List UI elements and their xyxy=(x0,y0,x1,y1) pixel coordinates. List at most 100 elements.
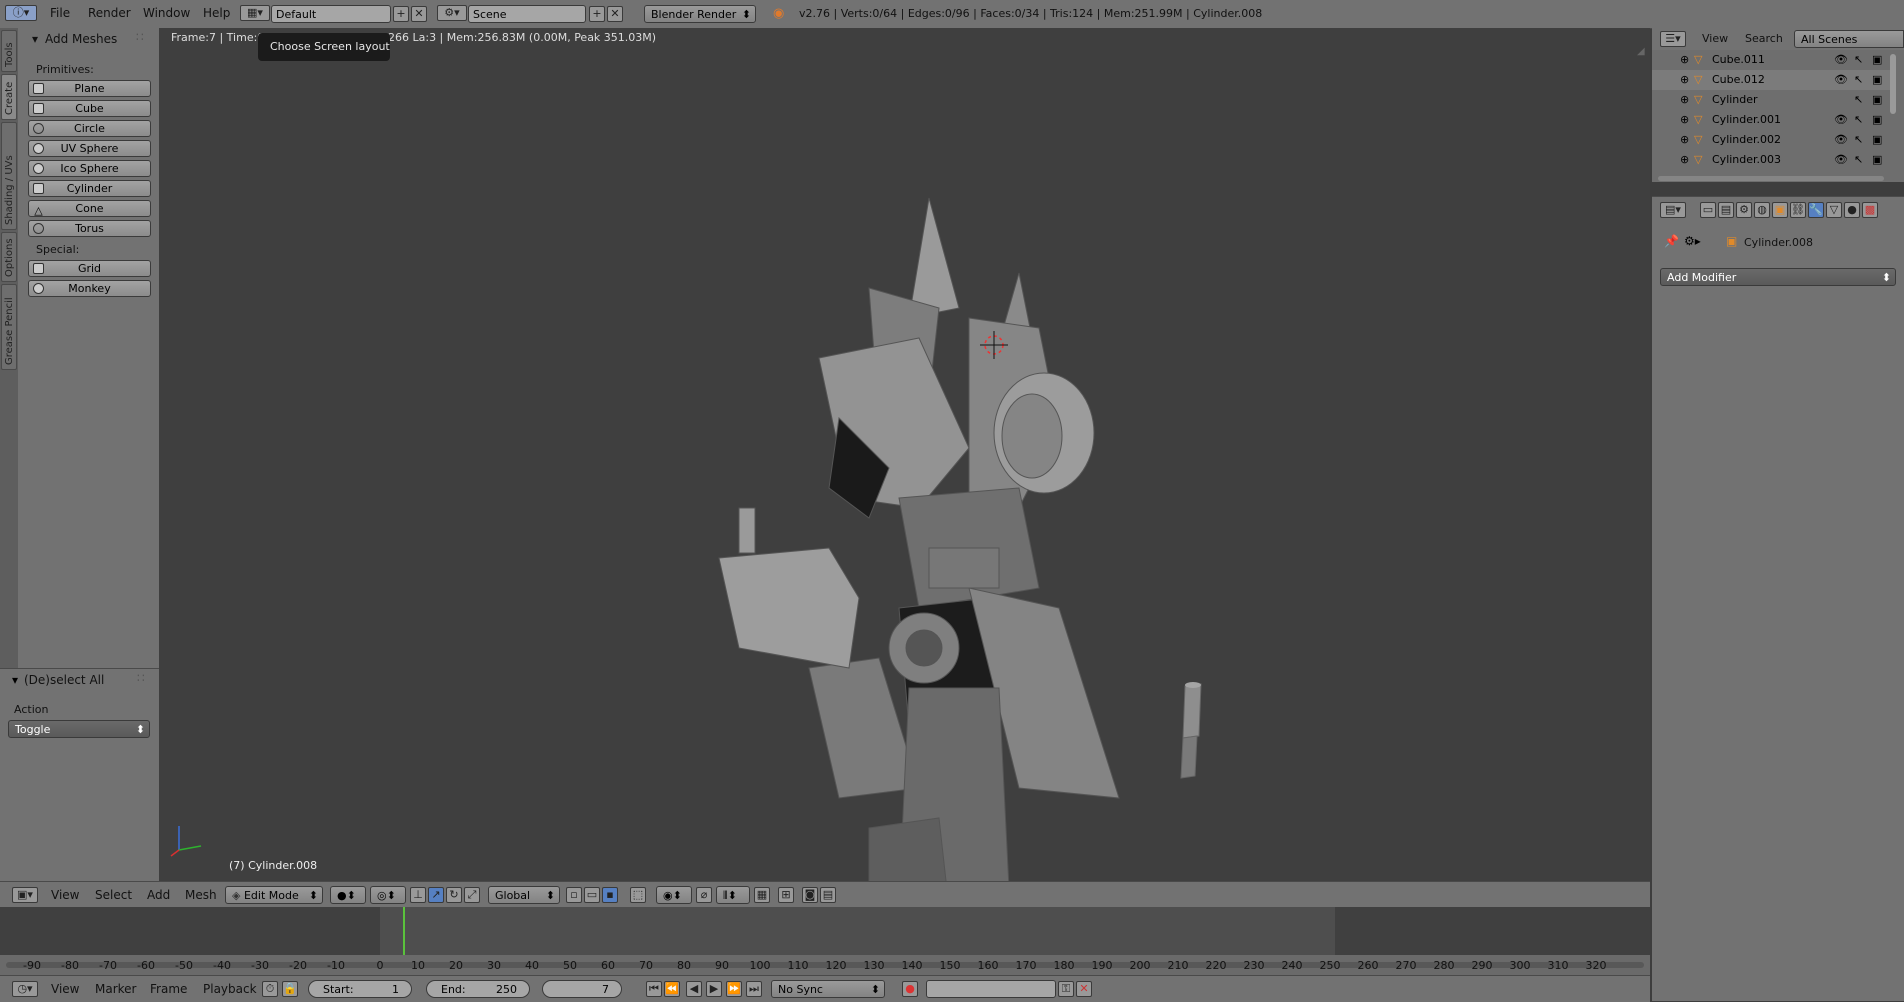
render-camera-icon[interactable]: ▣ xyxy=(1872,90,1882,110)
select-arrow-icon[interactable]: ↖ xyxy=(1854,50,1863,70)
vertex-select-icon[interactable]: ▫ xyxy=(566,887,582,903)
add-scene-icon[interactable]: + xyxy=(589,6,605,22)
modifiers-tab-icon[interactable]: 🔧 xyxy=(1808,202,1824,218)
3d-cursor-icon[interactable] xyxy=(980,331,1008,359)
pin-icon[interactable]: 📌 xyxy=(1664,234,1679,248)
expand-icon[interactable]: ⊕ xyxy=(1680,50,1689,70)
lock-icon[interactable]: 🔒 xyxy=(282,981,298,997)
add-layout-icon[interactable]: + xyxy=(393,6,409,22)
add-torus-button[interactable]: Torus xyxy=(28,220,151,237)
render-camera-icon[interactable]: ▣ xyxy=(1872,50,1882,70)
menu-add[interactable]: Add xyxy=(147,888,170,902)
menu-search[interactable]: Search xyxy=(1745,32,1783,45)
tab-create[interactable]: Create xyxy=(1,74,17,120)
select-arrow-icon[interactable]: ↖ xyxy=(1854,90,1863,110)
rotate-icon[interactable]: ↻ xyxy=(446,887,462,903)
3d-viewport[interactable]: Frame:7 | Time:00 2266 La:3 | Mem:256.83… xyxy=(159,28,1650,908)
occlude-icon[interactable]: ⊞ xyxy=(778,887,794,903)
select-arrow-icon[interactable]: ↖ xyxy=(1854,110,1863,130)
shading-select[interactable]: ●⬍ xyxy=(330,886,366,904)
outliner-row[interactable]: ⊕ ▽ Cylinder.002 👁 ↖ ▣ xyxy=(1652,130,1892,150)
small-cylinder-object[interactable] xyxy=(1177,676,1207,786)
expand-icon[interactable]: ⊕ xyxy=(1680,70,1689,90)
play-icon[interactable]: ▶ xyxy=(706,981,722,997)
render-preview-icon[interactable]: ◙ xyxy=(802,887,818,903)
remove-scene-icon[interactable]: ✕ xyxy=(607,6,623,22)
tab-grease-pencil[interactable]: Grease Pencil xyxy=(1,284,17,370)
add-meshes-collapse-icon[interactable]: ▾ xyxy=(32,32,38,46)
outliner-scrollbar[interactable] xyxy=(1890,54,1896,114)
snap-element-select[interactable]: ⫴⬍ xyxy=(716,886,750,904)
remove-layout-icon[interactable]: ✕ xyxy=(411,6,427,22)
menu-render[interactable]: Render xyxy=(88,6,131,20)
insert-keyframe-icon[interactable]: ⚿ xyxy=(1058,981,1074,997)
editor-type-3dview-button[interactable]: ▣▾ xyxy=(12,887,38,903)
render-engine-select[interactable]: Blender Render ⬍ xyxy=(644,5,756,23)
outliner-row[interactable]: ⊕ ▽ Cube.012 👁 ↖ ▣ xyxy=(1652,70,1892,90)
render-camera-icon[interactable]: ▣ xyxy=(1872,150,1882,170)
visibility-icon[interactable]: 👁 xyxy=(1834,70,1848,90)
timeline[interactable]: -90 -80 -70 -60 -50 -40 -30 -20 -10 0 10… xyxy=(0,907,1650,977)
add-cube-button[interactable]: Cube xyxy=(28,100,151,117)
orientation-select[interactable]: Global ⬍ xyxy=(488,886,560,904)
add-monkey-button[interactable]: Monkey xyxy=(28,280,151,297)
jump-start-icon[interactable]: ⏮ xyxy=(646,981,662,997)
menu-window[interactable]: Window xyxy=(143,6,190,20)
data-tab-icon[interactable]: ▽ xyxy=(1826,202,1842,218)
visibility-icon[interactable]: 👁 xyxy=(1834,110,1848,130)
translate-icon[interactable]: ↗ xyxy=(428,887,444,903)
panel-grip-icon[interactable]: ∷ xyxy=(136,30,144,44)
add-cylinder-button[interactable]: Cylinder xyxy=(28,180,151,197)
render-layers-tab-icon[interactable]: ▤ xyxy=(1718,202,1734,218)
menu-view[interactable]: View xyxy=(51,982,79,996)
current-frame-field[interactable]: 7 xyxy=(542,980,622,998)
robot-model[interactable] xyxy=(639,168,1279,908)
select-arrow-icon[interactable]: ↖ xyxy=(1854,70,1863,90)
jump-prev-keyframe-icon[interactable]: ⏪ xyxy=(664,981,680,997)
texture-tab-icon[interactable]: ▩ xyxy=(1862,202,1878,218)
editor-type-properties-button[interactable]: ▤▾ xyxy=(1660,202,1686,218)
menu-frame[interactable]: Frame xyxy=(150,982,187,996)
expand-icon[interactable]: ⊕ xyxy=(1680,110,1689,130)
scene-tab-icon[interactable]: ⚙ xyxy=(1736,202,1752,218)
tab-tools[interactable]: Tools xyxy=(1,30,17,72)
editor-type-button[interactable]: ⓘ▾ xyxy=(5,5,37,21)
pivot-select[interactable]: ◎⬍ xyxy=(370,886,406,904)
outliner-hscrollbar[interactable] xyxy=(1658,176,1884,181)
material-tab-icon[interactable]: ● xyxy=(1844,202,1860,218)
scene-field[interactable]: Scene xyxy=(468,5,586,23)
menu-mesh[interactable]: Mesh xyxy=(185,888,217,902)
object-tab-icon[interactable]: ▣ xyxy=(1772,202,1788,218)
add-ico-sphere-button[interactable]: Ico Sphere xyxy=(28,160,151,177)
menu-view[interactable]: View xyxy=(51,888,79,902)
select-arrow-icon[interactable]: ↖ xyxy=(1854,130,1863,150)
add-grid-button[interactable]: Grid xyxy=(28,260,151,277)
constraints-tab-icon[interactable]: ⛓ xyxy=(1790,202,1806,218)
menu-playback[interactable]: Playback xyxy=(203,982,257,996)
menu-file[interactable]: File xyxy=(50,6,70,20)
display-mode-select[interactable]: All Scenes xyxy=(1794,30,1904,48)
visibility-icon[interactable]: 👁 xyxy=(1834,150,1848,170)
editor-type-outliner-button[interactable]: ☰▾ xyxy=(1660,31,1686,47)
expand-icon[interactable]: ⊕ xyxy=(1680,150,1689,170)
expand-icon[interactable]: ⊕ xyxy=(1680,130,1689,150)
add-cone-button[interactable]: △ Cone xyxy=(28,200,151,217)
outliner-row[interactable]: ⊕ ▽ Cube.011 👁 ↖ ▣ xyxy=(1652,50,1892,70)
play-reverse-icon[interactable]: ◀ xyxy=(686,981,702,997)
render-tab-icon[interactable]: ▭ xyxy=(1700,202,1716,218)
add-circle-button[interactable]: Circle xyxy=(28,120,151,137)
tab-options[interactable]: Options xyxy=(1,232,17,282)
add-meshes-title[interactable]: Add Meshes xyxy=(45,32,117,46)
add-plane-button[interactable]: Plane xyxy=(28,80,151,97)
render-camera-icon[interactable]: ▣ xyxy=(1872,130,1882,150)
sync-select[interactable]: No Sync ⬍ xyxy=(771,980,885,998)
manipulator-toggle-icon[interactable]: ⊥ xyxy=(410,887,426,903)
screen-layout-button[interactable]: ▦▾ xyxy=(240,5,270,21)
render-camera-icon[interactable]: ▣ xyxy=(1872,110,1882,130)
snap-option-icon[interactable]: ▦ xyxy=(754,887,770,903)
jump-next-keyframe-icon[interactable]: ⏩ xyxy=(726,981,742,997)
menu-marker[interactable]: Marker xyxy=(95,982,136,996)
outliner-row[interactable]: ⊕ ▽ Cylinder ↖ ▣ xyxy=(1652,90,1892,110)
keying-set-field[interactable] xyxy=(926,980,1056,998)
action-select[interactable]: Toggle ⬍ xyxy=(8,720,150,738)
